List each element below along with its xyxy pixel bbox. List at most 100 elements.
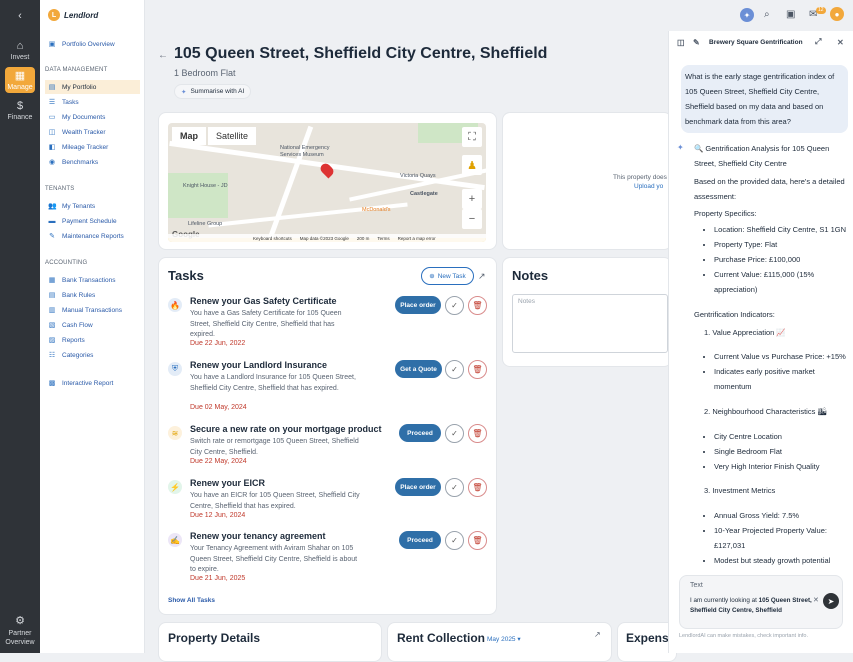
sidebar-item-bank-rules[interactable]: ▤ Bank Rules: [45, 288, 140, 302]
sidebar-item-my-portfolio[interactable]: ▤ My Portfolio: [45, 80, 140, 94]
sidebar-item-mileage-tracker[interactable]: ◧ Mileage Tracker: [45, 140, 140, 154]
delete-icon[interactable]: 🗑: [468, 531, 487, 550]
map[interactable]: National Emergency Services Museum Knigh…: [168, 123, 486, 242]
notes-textarea[interactable]: Notes: [512, 294, 668, 353]
ai-sparkle-icon[interactable]: ✦: [740, 8, 754, 22]
inbox-icon[interactable]: ▣: [786, 9, 795, 20]
indicator-list: Current Value vs Purchase Price: +15% In…: [714, 349, 852, 394]
rail-invest[interactable]: ⌂ Invest: [0, 40, 40, 61]
sidebar-item-my-documents[interactable]: ▭ My Documents: [45, 110, 140, 124]
sidebar-item-tasks[interactable]: ☰ Tasks: [45, 95, 140, 109]
brand-logo[interactable]: L Lendlord: [48, 8, 138, 22]
task-action-button[interactable]: Place order: [395, 478, 441, 496]
close-icon[interactable]: ✕: [837, 38, 844, 47]
pegman-icon[interactable]: ♟: [462, 155, 482, 175]
map-label: Victoria Quays: [400, 173, 436, 179]
documents-card: [502, 112, 672, 250]
check-icon[interactable]: ✓: [445, 478, 464, 497]
new-task-button[interactable]: ⊕ New Task: [421, 267, 474, 285]
rules-icon: ▤: [48, 292, 56, 299]
portfolio-icon: ▤: [48, 84, 56, 91]
sidebar-item-bank-transactions[interactable]: ▦ Bank Transactions: [45, 273, 140, 287]
map-footer: Keyboard shortcuts Map data ©2023 Google…: [168, 234, 486, 242]
sidebar-item-portfolio-overview[interactable]: ▣ Portfolio Overview: [45, 37, 140, 51]
check-icon[interactable]: ✓: [445, 531, 464, 550]
map-tab-map[interactable]: Map: [172, 127, 206, 145]
task-due: Due 12 Jun, 2024: [190, 512, 246, 519]
back-arrow-icon[interactable]: ←: [158, 50, 168, 61]
external-link-icon[interactable]: ↗: [478, 271, 486, 282]
send-icon[interactable]: ➤: [823, 593, 839, 609]
task-item: 🔥 Renew your Gas Safety Certificate You …: [168, 296, 488, 351]
zoom-in-icon[interactable]: +: [462, 189, 482, 209]
map-tab-satellite[interactable]: Satellite: [208, 127, 257, 145]
terms-link[interactable]: Terms: [377, 236, 389, 241]
fullscreen-icon[interactable]: ⛶: [462, 127, 482, 147]
check-icon[interactable]: ✓: [445, 360, 464, 379]
plus-icon: ⊕: [429, 273, 435, 280]
delete-icon[interactable]: 🗑: [468, 478, 487, 497]
sidebar-toggle-icon[interactable]: ◫: [677, 38, 685, 47]
delete-icon[interactable]: 🗑: [468, 296, 487, 315]
sidebar-item-cash-flow[interactable]: ▧ Cash Flow: [45, 318, 140, 332]
answer-heading: 🔍 Gentrification Analysis for 105 Queen …: [694, 144, 830, 168]
zoom-out-icon[interactable]: −: [462, 209, 482, 229]
indicators-title: Gentrification Indicators:: [694, 310, 775, 319]
report-map-error-link[interactable]: Report a map error: [398, 236, 436, 241]
list-item: Location: Sheffield City Centre, S1 1GN: [714, 222, 852, 237]
sidebar-item-wealth-tracker[interactable]: ◫ Wealth Tracker: [45, 125, 140, 139]
delete-icon[interactable]: 🗑: [468, 424, 487, 443]
rail-partner-overview[interactable]: ⚙ Partner Overview: [0, 615, 40, 647]
coins-icon: ≋: [168, 426, 182, 440]
sidebar-item-reports[interactable]: ▨ Reports: [45, 333, 140, 347]
wrench-icon: ✎: [49, 233, 55, 240]
remove-context-icon[interactable]: ✕: [813, 596, 819, 604]
rail-back-icon[interactable]: ‹: [0, 10, 40, 24]
summarise-ai-button[interactable]: ✦ Summarise with AI: [174, 84, 252, 99]
edit-icon[interactable]: ✎: [693, 38, 700, 47]
categories-icon: ☷: [48, 352, 56, 359]
upload-link[interactable]: Upload yo: [634, 183, 663, 190]
check-icon[interactable]: ✓: [445, 296, 464, 315]
task-action-button[interactable]: Place order: [395, 296, 441, 314]
delete-icon[interactable]: 🗑: [468, 360, 487, 379]
tasks-title: Tasks: [168, 268, 204, 283]
check-icon[interactable]: ✓: [445, 424, 464, 443]
sidebar-item-my-tenants[interactable]: 👥 My Tenants: [45, 199, 140, 213]
list-item: Current Value vs Purchase Price: +15%: [714, 349, 852, 364]
avatar[interactable]: ●: [830, 7, 844, 21]
chat-title: Brewery Square Gentrification: [709, 39, 803, 46]
task-action-button[interactable]: Proceed: [399, 424, 441, 442]
external-link-icon[interactable]: ↗: [594, 630, 601, 639]
wealth-icon: ◫: [48, 129, 56, 136]
shield-icon: ⛨: [168, 362, 182, 376]
map-scale: 200 m: [356, 235, 370, 241]
numbered-heading: 1. Value Appreciation 📈: [704, 328, 786, 337]
keyboard-shortcuts-link[interactable]: Keyboard shortcuts: [253, 236, 292, 241]
task-title: Renew your EICR: [190, 478, 266, 488]
task-item: ⛨ Renew your Landlord Insurance You have…: [168, 360, 488, 415]
chat-input-box[interactable]: Text I am currently looking at 105 Queen…: [679, 575, 843, 629]
expenses-title: Expens: [626, 631, 669, 645]
sidebar-item-manual-transactions[interactable]: ▥ Manual Transactions: [45, 303, 140, 317]
house-icon: ⌂: [16, 40, 24, 52]
sidebar-item-payment-schedule[interactable]: ▬ Payment Schedule: [45, 214, 140, 228]
payment-icon: ▬: [48, 217, 56, 225]
list-item: Current Value: £115,000 (15% appreciatio…: [714, 267, 852, 297]
sidebar-item-benchmarks[interactable]: ◉ Benchmarks: [45, 155, 140, 169]
task-action-button[interactable]: Get a Quote: [395, 360, 442, 378]
expand-icon[interactable]: ⤢: [815, 37, 821, 47]
rail-manage[interactable]: ▦ Manage: [0, 70, 40, 91]
sidebar-item-maintenance-reports[interactable]: ✎ Maintenance Reports: [45, 229, 140, 243]
month-selector[interactable]: May 2025 ▾: [487, 635, 521, 643]
sidebar-item-categories[interactable]: ☷ Categories: [45, 348, 140, 362]
map-label: Castlegate: [410, 191, 438, 197]
task-action-button[interactable]: Proceed: [399, 531, 441, 549]
search-icon[interactable]: ⌕: [764, 9, 770, 20]
rail-finance[interactable]: $ Finance: [0, 100, 40, 121]
sidebar-item-interactive-report[interactable]: ▩ Interactive Report: [45, 376, 140, 390]
show-all-tasks-link[interactable]: Show All Tasks: [168, 597, 215, 604]
flame-icon: 🔥: [168, 298, 182, 312]
sparkle-icon: ✦: [181, 88, 187, 96]
lightning-icon: ⚡: [168, 480, 182, 494]
